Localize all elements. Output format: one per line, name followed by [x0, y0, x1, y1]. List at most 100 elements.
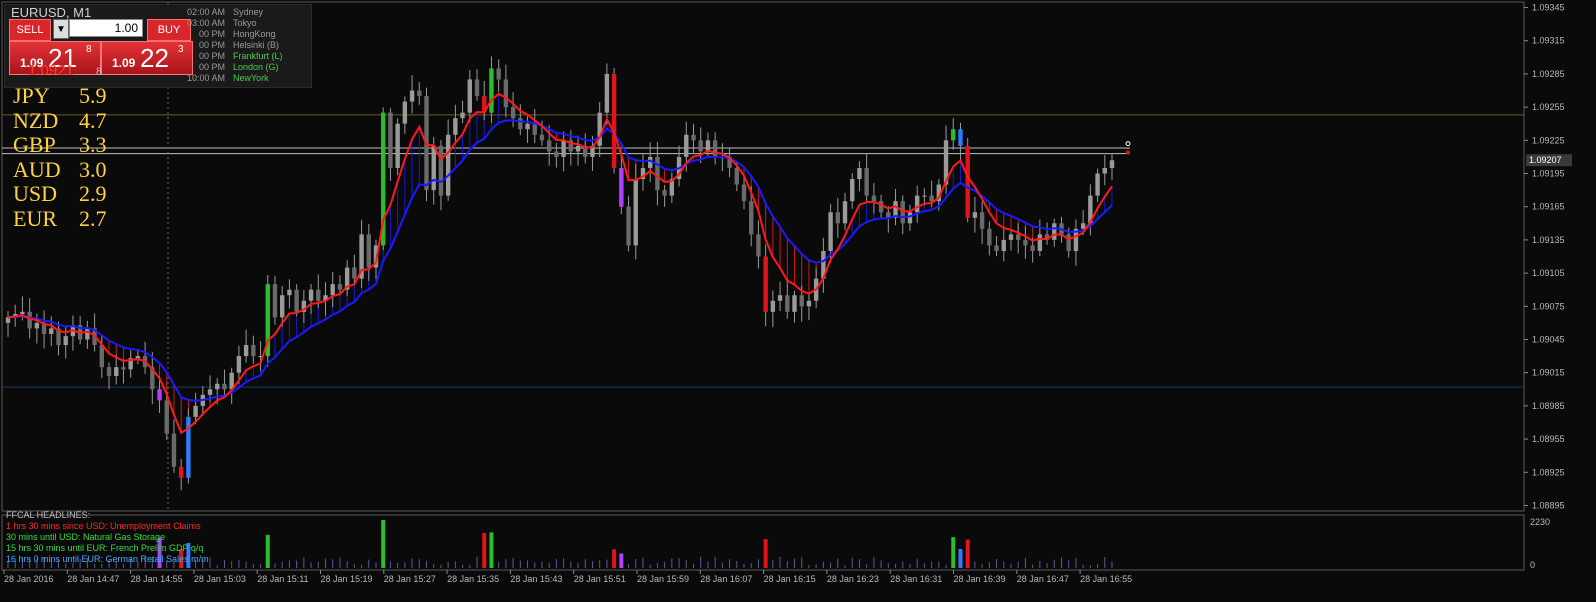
session-time: 00 PM — [198, 62, 225, 72]
volume-bar — [721, 562, 723, 568]
candle-body — [330, 284, 335, 296]
lot-size-input[interactable] — [69, 19, 143, 37]
candle-body — [63, 336, 68, 346]
obscured-price-digit: 8 — [96, 66, 103, 78]
sell-button[interactable]: SELL — [9, 19, 51, 41]
volume-bar — [375, 562, 377, 568]
candle-body — [554, 151, 559, 157]
candle-body — [294, 289, 299, 312]
candle-body — [114, 367, 119, 377]
volume-bar — [757, 559, 759, 568]
lot-stepper-down[interactable]: ▼ — [53, 19, 69, 39]
candle-body — [157, 389, 162, 401]
candle-body — [864, 167, 869, 196]
time-tick-label: 28 Jan 15:59 — [637, 574, 689, 584]
candle-body — [561, 140, 566, 157]
volume-bar — [909, 563, 911, 568]
strength-row: AUD 3.0 — [13, 156, 107, 183]
time-tick-label: 28 Jan 15:27 — [384, 574, 436, 584]
volume-bar — [714, 556, 716, 568]
volume-bar — [454, 561, 456, 568]
volume-bar — [656, 563, 658, 568]
volume-bar — [671, 558, 673, 568]
volume-bar — [482, 533, 487, 568]
candle-body — [806, 300, 812, 307]
session-name: Tokyo — [233, 18, 257, 28]
volume-bar — [692, 563, 694, 568]
volume-bar — [599, 560, 601, 568]
volume-bar — [945, 564, 947, 568]
candle-body — [496, 68, 501, 80]
price-marker — [1126, 150, 1130, 155]
candle-body — [604, 73, 610, 113]
candle-body — [698, 140, 703, 152]
strength-value: 5.9 — [79, 83, 107, 108]
price-chart[interactable]: 1.093451.093151.092851.092551.092251.091… — [0, 0, 1596, 602]
price-tick-label: 1.09315 — [1532, 36, 1565, 46]
candle-body — [438, 145, 444, 196]
volume-bar — [209, 557, 211, 568]
candle-body — [770, 300, 776, 312]
volume-bar — [1046, 563, 1048, 568]
volume-bar — [1032, 564, 1034, 568]
volume-bar — [1060, 557, 1062, 568]
price-tick-label: 1.09045 — [1532, 334, 1565, 344]
volume-bar — [887, 563, 889, 568]
time-tick-label: 28 Jan 2016 — [4, 574, 54, 584]
volume-bar — [252, 564, 254, 568]
time-tick-label: 28 Jan 15:19 — [321, 574, 373, 584]
volume-bar — [346, 561, 348, 568]
candle-body — [467, 79, 473, 113]
strength-value: 2.7 — [79, 205, 107, 231]
ffcal-headlines: FFCAL HEADLINES: 1 hrs 30 mins since USD… — [6, 510, 209, 565]
volume-bar — [447, 562, 449, 568]
volume-bar — [628, 564, 630, 568]
price-tick-label: 1.09255 — [1532, 102, 1565, 112]
session-row: 00 PM London (G) — [179, 62, 283, 73]
time-tick-label: 28 Jan 14:55 — [131, 574, 183, 584]
session-row: 00 PM HongKong — [179, 29, 283, 40]
candle-body — [705, 140, 711, 152]
volume-bar — [381, 519, 386, 568]
volume-bar — [332, 559, 334, 568]
volume-bar — [231, 561, 233, 568]
candle-body — [352, 267, 357, 279]
candle-body — [518, 118, 523, 130]
strength-value: 2.9 — [79, 181, 107, 206]
time-tick-label: 28 Jan 16:07 — [700, 574, 752, 584]
session-name: NewYork — [233, 73, 269, 83]
volume-bar — [642, 557, 644, 568]
candle-body — [222, 383, 227, 390]
volume-bar — [223, 560, 225, 568]
candle-body — [1001, 239, 1006, 251]
volume-bar — [296, 560, 298, 568]
candle-body — [489, 68, 494, 113]
candle-body — [914, 195, 920, 213]
candle-body — [1015, 234, 1021, 240]
volume-bar — [534, 562, 536, 568]
volume-bar — [1082, 564, 1084, 568]
candle-body — [49, 328, 54, 334]
time-tick-label: 28 Jan 16:39 — [954, 574, 1006, 584]
volume-bar — [902, 561, 904, 568]
candle-body — [243, 345, 249, 357]
price-tick-label: 1.08895 — [1532, 500, 1565, 510]
volume-bar — [476, 556, 478, 568]
candle-body — [417, 90, 422, 97]
candle-body — [1109, 160, 1115, 168]
volume-bar — [801, 557, 803, 568]
price-tick-label: 1.09345 — [1532, 3, 1565, 13]
time-tick-label: 28 Jan 14:47 — [67, 574, 119, 584]
candle-body — [575, 145, 581, 152]
time-tick-label: 28 Jan 15:51 — [574, 574, 626, 584]
strength-currency: AUD — [13, 156, 61, 182]
candle-body — [510, 107, 516, 119]
volume-bar — [815, 564, 817, 568]
candle-body — [178, 466, 184, 478]
candle-body — [1102, 167, 1107, 174]
strength-row: EUR 2.7 — [13, 205, 107, 232]
candle-body — [308, 289, 314, 301]
session-time: 00 PM — [198, 29, 225, 39]
price-tick-label: 1.09135 — [1532, 235, 1565, 245]
candle-body — [1052, 223, 1057, 240]
